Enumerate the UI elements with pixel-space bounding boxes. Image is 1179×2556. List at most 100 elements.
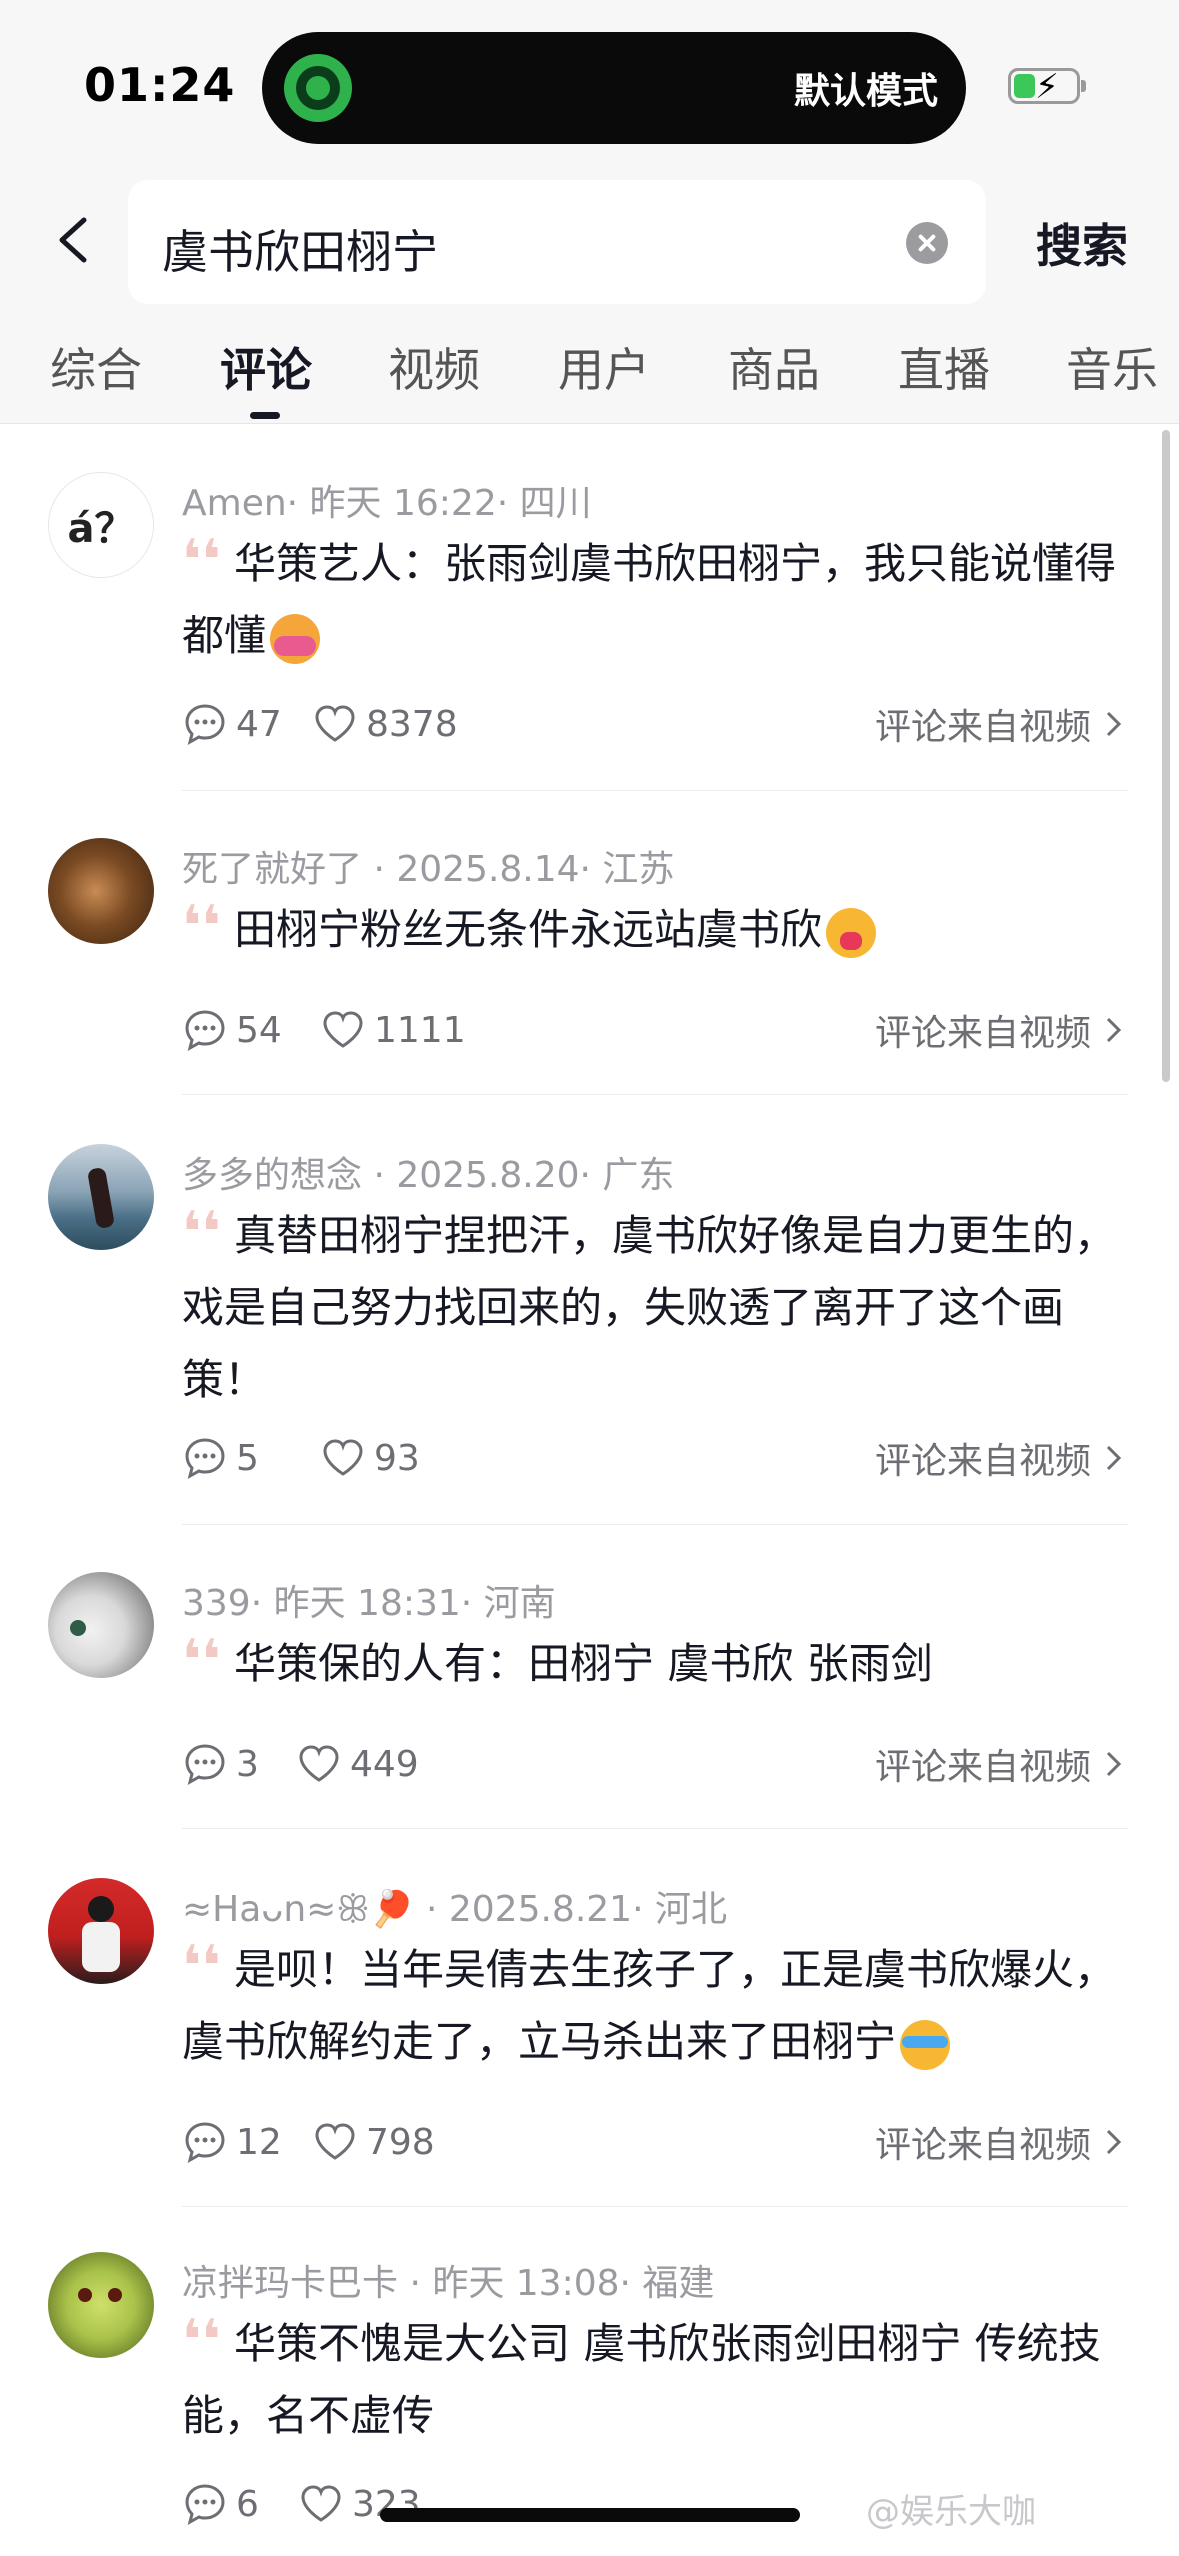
like-count[interactable]: 93	[320, 1432, 420, 1484]
reply-count-value: 3	[236, 1743, 259, 1785]
avatar[interactable]: á？	[48, 472, 154, 578]
comment-text-block: ❛❛ 华策保的人有：田栩宁 虞书欣 张雨剑	[182, 1628, 1122, 1700]
heart-icon	[299, 1745, 339, 1782]
reply-count-value: 5	[236, 1437, 259, 1479]
reply-count-value: 12	[236, 2121, 282, 2163]
avatar[interactable]	[48, 1572, 154, 1678]
reply-icon	[185, 2122, 225, 2163]
comment-text: 华策保的人有：田栩宁 虞书欣 张雨剑	[234, 1639, 933, 1688]
search-input[interactable]: 虞书欣田栩宁	[128, 180, 986, 304]
home-indicator[interactable]	[380, 2508, 800, 2522]
heart-icon	[315, 705, 355, 742]
status-bar: 01:24 默认模式 ⚡	[0, 0, 1179, 160]
like-count[interactable]: 798	[312, 2116, 435, 2168]
dynamic-island[interactable]: 默认模式	[262, 32, 966, 144]
like-count-value: 449	[350, 1743, 419, 1785]
tab-music[interactable]: 音乐	[1066, 334, 1158, 400]
chevron-right-icon	[1106, 711, 1122, 737]
quote-icon: ❛❛	[182, 528, 221, 593]
tab-videos[interactable]: 视频	[388, 334, 480, 400]
comment-text-block: ❛❛ 是呗！当年吴倩去生孩子了，正是虞书欣爆火，虞书欣解约走了，立马杀出来了田栩宁	[182, 1934, 1122, 2078]
comment-meta: ≈Haᴗn≈ꕥ🏓 · 2025.8.21· 河北	[182, 1889, 727, 1930]
chevron-right-icon	[1106, 1017, 1122, 1043]
heart-icon	[323, 1439, 363, 1476]
tab-comments[interactable]: 评论	[220, 334, 312, 400]
heart-icon	[301, 2485, 341, 2522]
avatar[interactable]	[48, 1144, 154, 1250]
reply-count-value: 6	[236, 2483, 259, 2525]
result-tabs: 综合 评论 视频 用户 商品 直播 音乐	[0, 320, 1179, 424]
tab-users[interactable]: 用户	[558, 334, 650, 400]
like-count-value: 8378	[366, 703, 458, 745]
avatar[interactable]	[48, 838, 154, 944]
tab-live[interactable]: 直播	[898, 334, 990, 400]
reply-icon	[185, 2484, 225, 2525]
hugging-emoji-icon	[270, 613, 321, 664]
comment-meta: 死了就好了 · 2025.8.14· 江苏	[182, 849, 675, 890]
watermark: @娱乐大咖	[866, 2492, 1036, 2532]
crying-laughing-emoji-icon	[900, 2019, 951, 2070]
like-count[interactable]: 8378	[312, 698, 458, 750]
avatar-text: á？	[49, 473, 153, 577]
island-mode-label: 默认模式	[793, 71, 938, 112]
reply-count-value: 54	[236, 1009, 282, 1051]
reply-count[interactable]: 12	[182, 2116, 282, 2168]
source-label: 评论来自视频	[874, 1013, 1091, 1054]
comment-text-block: ❛❛ 田栩宁粉丝无条件永远站虞书欣	[182, 894, 1122, 966]
reply-count-value: 47	[236, 703, 282, 745]
quote-icon: ❛❛	[182, 2308, 221, 2373]
tab-general[interactable]: 综合	[50, 334, 142, 400]
divider	[182, 2206, 1128, 2207]
comment-meta: Amen· 昨天 16:22· 四川	[182, 483, 592, 524]
heart-icon	[323, 1011, 363, 1048]
reply-icon	[185, 1438, 225, 1479]
tab-products[interactable]: 商品	[728, 334, 820, 400]
like-count[interactable]: 323	[298, 2478, 421, 2530]
comment-text: 华策艺人：张雨剑虞书欣田栩宁，我只能说懂得都懂	[182, 539, 1117, 660]
back-arrow-icon[interactable]	[48, 212, 104, 268]
like-count-value: 798	[366, 2121, 435, 2163]
like-count[interactable]: 1111	[320, 1004, 466, 1056]
reply-count[interactable]: 3	[182, 1738, 259, 1790]
comment-source-link[interactable]: 评论来自视频	[875, 1738, 1125, 1790]
source-label: 评论来自视频	[874, 1747, 1091, 1788]
chevron-right-icon	[1106, 2129, 1122, 2155]
clear-icon[interactable]	[906, 222, 948, 264]
like-count[interactable]: 449	[296, 1738, 419, 1790]
comment-source-link[interactable]: 评论来自视频	[875, 2116, 1125, 2168]
comment-source-link[interactable]: 评论来自视频	[875, 1432, 1125, 1484]
comment-text: 是呗！当年吴倩去生孩子了，正是虞书欣爆火，虞书欣解约走了，立马杀出来了田栩宁	[182, 1945, 1117, 2066]
chevron-right-icon	[1106, 1751, 1122, 1777]
comment-source-link[interactable]: 评论来自视频	[875, 1004, 1125, 1056]
quote-icon: ❛❛	[182, 1200, 221, 1265]
divider	[182, 1094, 1128, 1095]
avatar[interactable]	[48, 1878, 154, 1984]
like-count-value: 93	[374, 1437, 420, 1479]
reply-count[interactable]: 54	[182, 1004, 282, 1056]
reply-icon	[185, 1010, 225, 1051]
reply-icon	[185, 1744, 225, 1785]
search-header: 虞书欣田栩宁 搜索	[0, 160, 1179, 320]
quote-icon: ❛❛	[182, 894, 221, 959]
chevron-right-icon	[1106, 1445, 1122, 1471]
divider	[182, 1828, 1128, 1829]
divider	[182, 790, 1128, 791]
comment-text: 真替田栩宁捏把汗，虞书欣好像是自力更生的，戏是自己努力找回来的，失败透了离开了这…	[182, 1211, 1117, 1404]
reply-count[interactable]: 6	[182, 2478, 259, 2530]
comment-meta: 凉拌玛卡巴卡 · 昨天 13:08· 福建	[182, 2263, 715, 2304]
source-label: 评论来自视频	[874, 1441, 1091, 1482]
comment-text: 田栩宁粉丝无条件永远站虞书欣	[234, 905, 823, 954]
divider	[182, 1524, 1128, 1525]
scrollbar[interactable]	[1162, 430, 1170, 1082]
source-label: 评论来自视频	[874, 2125, 1091, 2166]
reply-icon	[185, 704, 225, 745]
avatar[interactable]	[48, 2252, 154, 2358]
search-button[interactable]: 搜索	[1036, 210, 1128, 276]
source-label: 评论来自视频	[874, 707, 1091, 748]
comment-stats: 6 323	[182, 2478, 582, 2530]
comment-source-link[interactable]: 评论来自视频	[875, 698, 1125, 750]
heart-icon	[315, 2123, 355, 2160]
reply-count[interactable]: 5	[182, 1432, 259, 1484]
reply-count[interactable]: 47	[182, 698, 282, 750]
love-face-emoji-icon	[826, 907, 877, 958]
